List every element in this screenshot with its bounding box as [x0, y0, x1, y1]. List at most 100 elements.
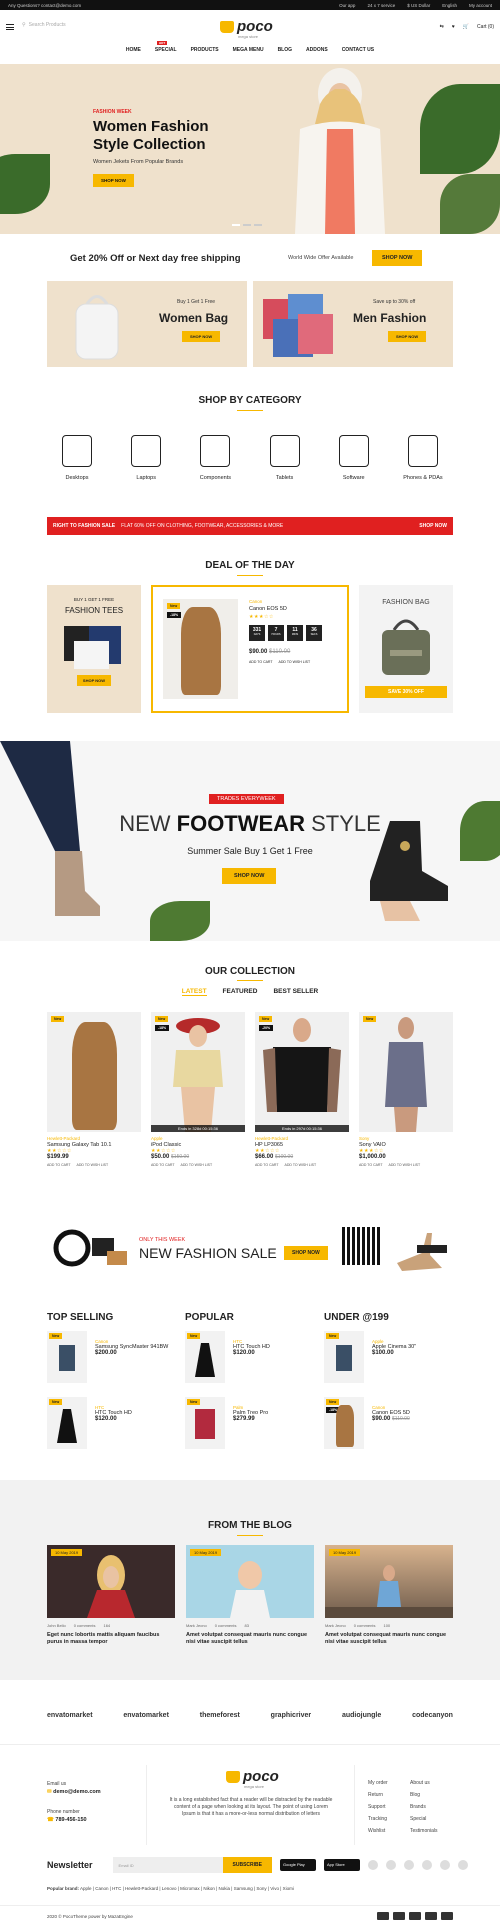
footer-link[interactable]: Testimonials	[410, 1825, 438, 1837]
blog-image[interactable]: 10 May 2019	[325, 1545, 453, 1618]
wishlist-button[interactable]: ADD TO WISH LIST	[181, 1163, 213, 1167]
product-image[interactable]: New	[359, 1012, 453, 1132]
footer-phone[interactable]: ☎ 789-456-150	[47, 1817, 87, 1823]
popular-brands-list[interactable]: Apple | Canon | HTC | Hewlett-Packard | …	[80, 1886, 294, 1891]
footer-link[interactable]: Tracking	[368, 1813, 388, 1825]
sale-bar-cta[interactable]: SHOP NOW	[419, 523, 447, 529]
category-desktops[interactable]: Desktops	[47, 435, 107, 481]
product-image[interactable]: New	[185, 1331, 225, 1383]
brand-logo[interactable]: envatomarket	[47, 1712, 93, 1719]
fashion-sale-button[interactable]: SHOP NOW	[284, 1246, 328, 1260]
footer-link[interactable]: Brands	[410, 1801, 438, 1813]
add-to-cart-button[interactable]: ADD TO CART	[255, 1163, 279, 1167]
post-title[interactable]: Eget nunc lobortis mattis aliquam faucib…	[47, 1632, 175, 1646]
product-image[interactable]: New	[47, 1397, 87, 1449]
instagram-icon[interactable]	[457, 1860, 468, 1870]
wishlist-button[interactable]: ADD TO WISH LIST	[285, 1163, 317, 1167]
our-app-link[interactable]: Our app	[339, 3, 355, 8]
add-to-cart-button[interactable]: ADD TO CART	[151, 1163, 175, 1167]
tees-shop-button[interactable]: SHOP NOW	[76, 675, 112, 686]
product-image[interactable]: New	[47, 1331, 87, 1383]
wishlist-button[interactable]: ADD TO WISH LIST	[389, 1163, 421, 1167]
brand-logo[interactable]: codecanyon	[412, 1712, 453, 1719]
list-item[interactable]: New Palm Palm Treo Pro $279.99	[185, 1397, 325, 1449]
brand-logo[interactable]: envatomarket	[123, 1712, 169, 1719]
footer-link[interactable]: Support	[368, 1801, 388, 1813]
category-tablets[interactable]: Tablets	[255, 435, 315, 481]
search-input[interactable]: Search Products	[29, 22, 66, 28]
men-fashion-banner[interactable]: Save up to 30% off Men Fashion SHOP NOW	[253, 281, 453, 367]
product-card[interactable]: New -18% Ends in 328d 00:15:36 Apple iPo…	[151, 1012, 245, 1167]
product-image[interactable]: New	[185, 1397, 225, 1449]
wishlist-button[interactable]: ADD TO WISH LIST	[77, 1163, 109, 1167]
category-laptops[interactable]: Laptops	[116, 435, 176, 481]
product-image[interactable]: New -18%	[324, 1397, 364, 1449]
add-to-cart-button[interactable]: ADD TO CART	[249, 660, 273, 664]
language-select[interactable]: English	[442, 3, 457, 8]
compare-icon[interactable]: ⇆	[440, 24, 444, 30]
brand-logo[interactable]: audiojungle	[342, 1712, 381, 1719]
product-image[interactable]: New	[47, 1012, 141, 1132]
post-title[interactable]: Amet volutpat consequat mauris nunc cong…	[186, 1632, 314, 1646]
nav-mega-menu[interactable]: MEGA MENU	[233, 47, 264, 53]
blog-post[interactable]: 10 May 2019 Mark Jecno 0 comments 100 Amet…	[325, 1545, 453, 1646]
deal-product[interactable]: New -18% Canon Canon EOS 5D ★★★☆☆ 331 DAY…	[151, 585, 349, 713]
product-card[interactable]: New -20% Ends in 297d 00:15:36 Hewlett-P…	[255, 1012, 349, 1167]
blog-post[interactable]: 10 May 2019 John Bello 0 comments 164 Eget…	[47, 1545, 175, 1646]
blog-image[interactable]: 10 May 2019	[47, 1545, 175, 1618]
service-link[interactable]: 24 x 7 service	[367, 3, 395, 8]
currency-select[interactable]: $ US Dollar	[407, 3, 430, 8]
brand-logo[interactable]: themeforest	[200, 1712, 240, 1719]
footer-link[interactable]: Blog	[410, 1789, 438, 1801]
post-title[interactable]: Amet volutpat consequat mauris nunc cong…	[325, 1632, 453, 1646]
product-card[interactable]: New Sony Sony VAIO ★★★☆☆ $1,000.00 ADD T…	[359, 1012, 453, 1167]
add-to-cart-button[interactable]: ADD TO CART	[359, 1163, 383, 1167]
wishlist-button[interactable]: ADD TO WISH LIST	[279, 660, 311, 664]
banner-shop-button[interactable]: SHOP NOW	[388, 331, 427, 342]
footer-link[interactable]: My order	[368, 1777, 388, 1789]
facebook-icon[interactable]	[421, 1860, 432, 1870]
deal-name[interactable]: Canon EOS 5D	[249, 606, 287, 612]
category-software[interactable]: Software	[324, 435, 384, 481]
footer-link[interactable]: Wishlist	[368, 1825, 388, 1837]
blog-post[interactable]: 10 May 2019 Mark Jecno 0 comments 83 Amet …	[186, 1545, 314, 1646]
category-components[interactable]: Components	[185, 435, 245, 481]
list-item[interactable]: New HTC HTC Touch HD $120.00	[47, 1397, 187, 1449]
slider-dots[interactable]	[232, 224, 262, 226]
footer-email[interactable]: ✉ demo@demo.com	[47, 1789, 101, 1795]
tab-latest[interactable]: LATEST	[181, 988, 207, 996]
nav-home[interactable]: HOME	[126, 47, 141, 53]
footer-link[interactable]: About us	[410, 1777, 438, 1789]
nav-contact[interactable]: CONTACT US	[342, 47, 374, 53]
nav-blog[interactable]: BLOG	[278, 47, 292, 53]
category-phones[interactable]: Phones & PDAs	[393, 435, 453, 481]
hero-shop-button[interactable]: SHOP NOW	[93, 174, 134, 187]
footer-link[interactable]: Return	[368, 1789, 388, 1801]
footwear-shop-button[interactable]: SHOP NOW	[222, 868, 277, 884]
bag-banner-button[interactable]: SAVE 30% OFF	[365, 686, 447, 698]
nav-special[interactable]: HOT SPECIAL	[155, 41, 177, 53]
subscribe-button[interactable]: SUBSCRIBE	[222, 1857, 272, 1873]
fashion-bag-banner[interactable]: FASHION BAG SAVE 30% OFF	[359, 585, 453, 713]
app-store-badge[interactable]: App Store	[323, 1859, 360, 1871]
footer-logo[interactable]: poco mega store	[226, 1769, 279, 1789]
logo[interactable]: poco mega store	[220, 19, 273, 39]
search-box[interactable]: ⚲ Search Products	[22, 22, 66, 28]
heart-icon[interactable]: ♥	[452, 24, 455, 30]
list-item[interactable]: New Canon Samsung SyncMaster 941BW $200.00	[47, 1331, 187, 1383]
my-account-link[interactable]: My account	[469, 3, 492, 8]
footer-link[interactable]: Special	[410, 1813, 438, 1825]
product-card[interactable]: New Hewlett-Packard Samsung Galaxy Tab 1…	[47, 1012, 141, 1167]
google-plus-icon[interactable]	[367, 1860, 378, 1870]
hamburger-icon[interactable]	[6, 24, 14, 30]
tab-featured[interactable]: FEATURED	[223, 988, 258, 996]
google-play-badge[interactable]: Google Play	[279, 1859, 316, 1871]
blog-image[interactable]: 10 May 2019	[186, 1545, 314, 1618]
nav-products[interactable]: PRODUCTS	[191, 47, 219, 53]
nav-addons[interactable]: ADDONS	[306, 47, 328, 53]
list-item[interactable]: New Apple Apple Cinema 30" $100.00	[324, 1331, 464, 1383]
women-bag-banner[interactable]: Buy 1 Get 1 Free Women Bag SHOP NOW	[47, 281, 247, 367]
banner-shop-button[interactable]: SHOP NOW	[182, 331, 221, 342]
tab-best-seller[interactable]: BEST SELLER	[273, 988, 318, 996]
brand-logo[interactable]: graphicriver	[271, 1712, 311, 1719]
